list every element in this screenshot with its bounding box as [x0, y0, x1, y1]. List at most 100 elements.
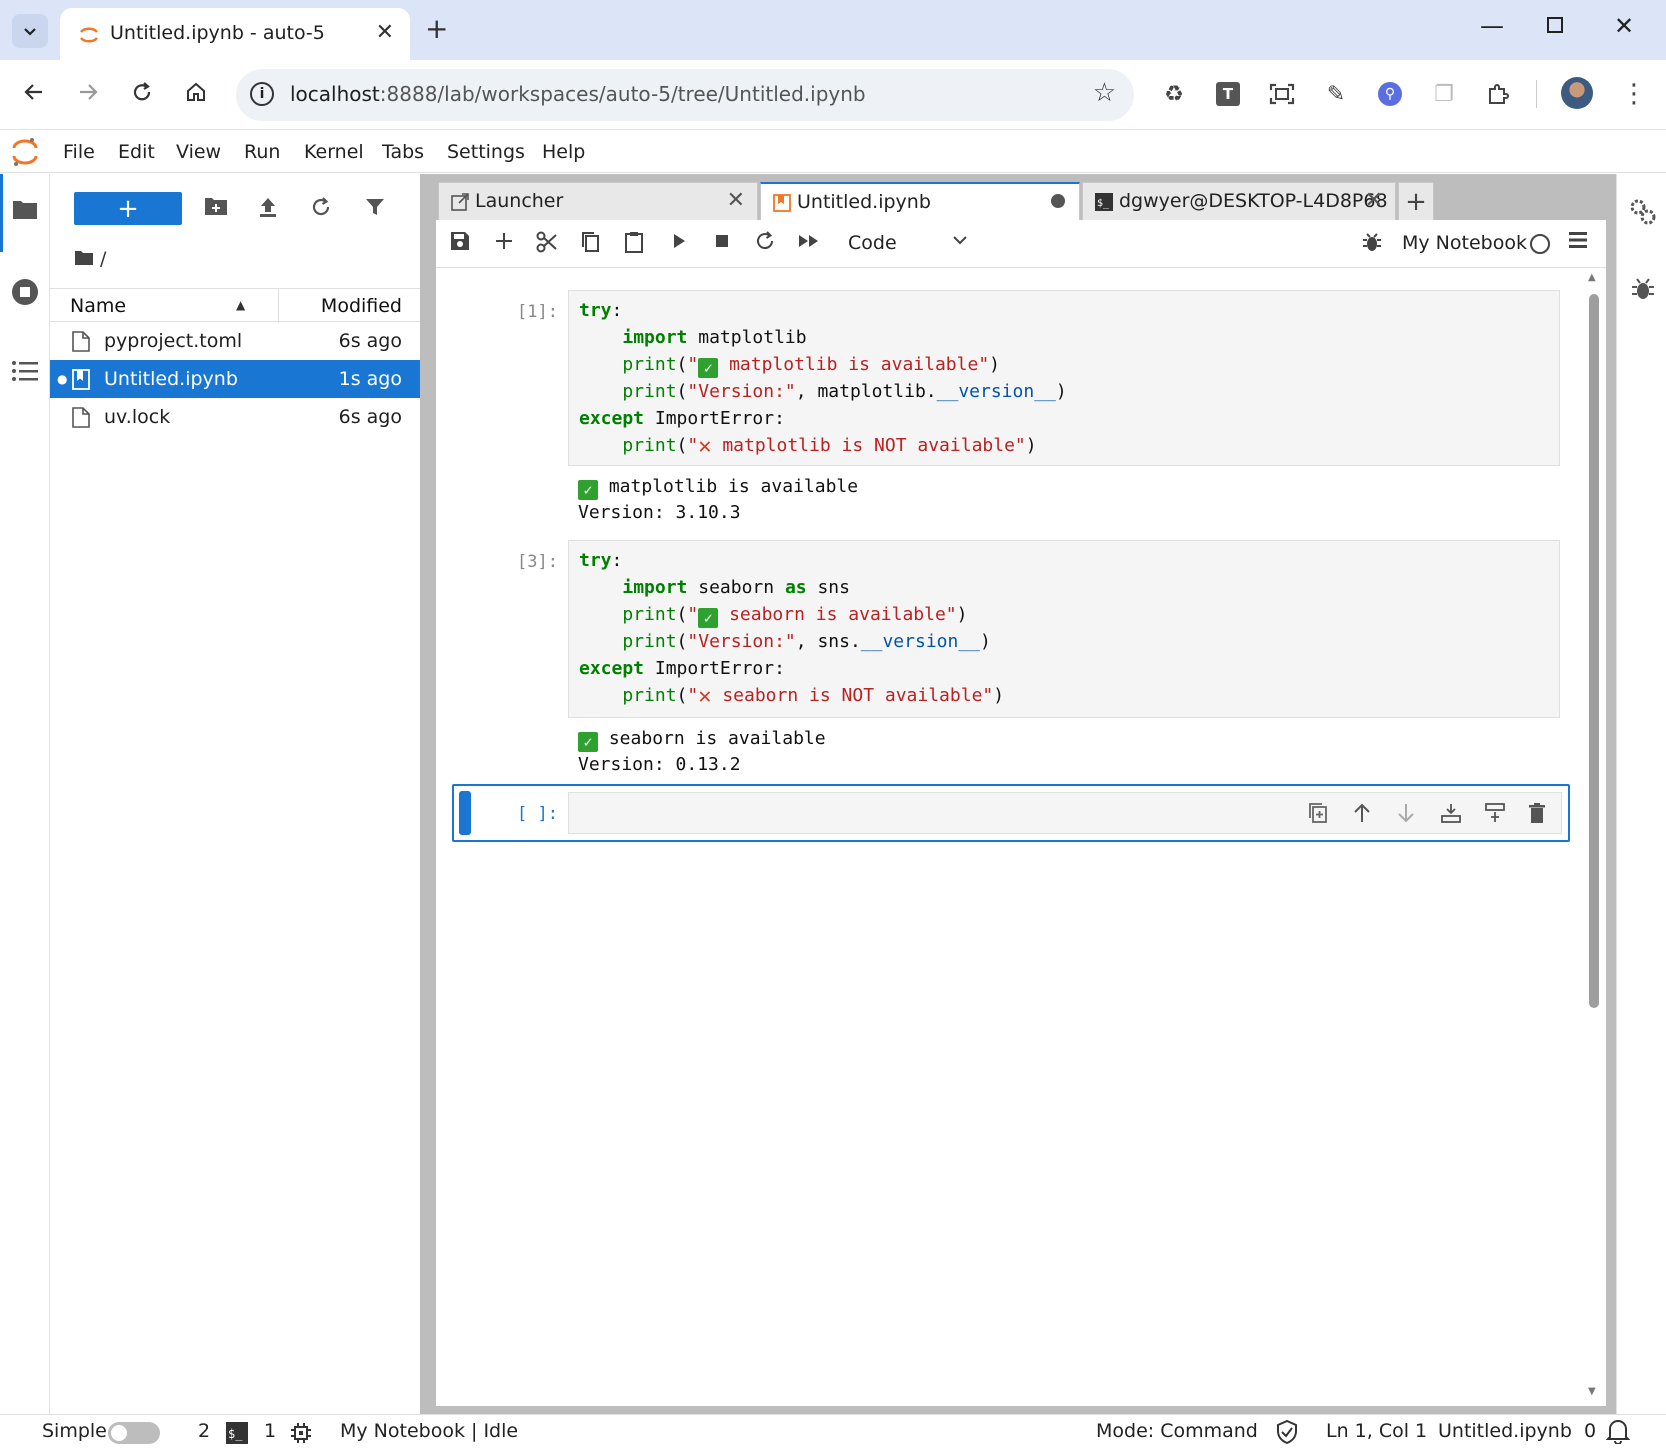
menu-edit[interactable]: Edit [118, 141, 155, 163]
maximize-icon [1547, 17, 1563, 33]
tab-terminal[interactable]: $_ dgwyer@DESKTOP-L4D8P68 ✕ [1082, 182, 1396, 220]
menu-run[interactable]: Run [244, 141, 280, 163]
reload-icon [133, 82, 151, 101]
close-tab-icon[interactable]: ✕ [376, 20, 394, 45]
arrow-down-icon [1398, 804, 1414, 823]
tab-search-button[interactable] [12, 14, 48, 48]
insert-cell-below-button[interactable] [1484, 802, 1506, 824]
kernel-count[interactable]: 1 [264, 1420, 276, 1442]
screenshot-extension-icon[interactable] [1266, 78, 1298, 110]
running-kernels-tab[interactable] [11, 278, 39, 306]
move-cell-down-button[interactable] [1396, 802, 1416, 824]
cursor-position[interactable]: Ln 1, Col 1 [1326, 1420, 1427, 1442]
close-tab-icon[interactable]: ✕ [1365, 188, 1383, 213]
breadcrumb[interactable]: / [74, 248, 106, 270]
cell-type-select[interactable]: Code [848, 232, 897, 254]
notification-count[interactable]: 0 [1584, 1420, 1596, 1442]
filter-files-button[interactable] [364, 196, 386, 218]
back-button[interactable] [22, 80, 46, 104]
menu-help[interactable]: Help [542, 141, 585, 163]
close-tab-icon[interactable]: ✕ [727, 188, 745, 213]
column-divider[interactable] [278, 289, 279, 323]
new-launcher-button[interactable]: + [74, 192, 182, 225]
debugger-button[interactable] [1362, 231, 1382, 253]
code-cell-input[interactable]: try: import seaborn as sns print(" ✓ seab… [568, 540, 1560, 718]
terminal-icon[interactable]: $_ [226, 1422, 248, 1444]
jupyter-logo-icon [12, 138, 38, 166]
table-of-contents-tab[interactable] [12, 360, 38, 382]
notebook-mode[interactable]: Mode: Command [1096, 1420, 1258, 1442]
search-extension-icon[interactable]: ⚲ [1374, 78, 1406, 110]
file-row-untitled-ipynb[interactable]: ● Untitled.ipynb 1s ago [50, 360, 420, 398]
trusted-shield-icon[interactable] [1276, 1420, 1298, 1444]
address-bar[interactable]: i localhost:8888/lab/workspaces/auto-5/t… [236, 69, 1134, 121]
duplicate-cell-button[interactable] [1308, 802, 1328, 824]
recycle-extension-icon[interactable]: ♻ [1158, 78, 1190, 110]
home-button[interactable] [184, 80, 208, 104]
file-row-pyproject[interactable]: pyproject.toml 6s ago [50, 322, 420, 360]
menu-tabs[interactable]: Tabs [382, 141, 424, 163]
browser-tab[interactable]: Untitled.ipynb - auto-5 ✕ [60, 8, 410, 60]
simple-mode-toggle[interactable] [108, 1422, 160, 1444]
new-folder-button[interactable] [204, 196, 228, 216]
terminal-count[interactable]: 2 [198, 1420, 210, 1442]
scroll-up-icon[interactable]: ▲ [1588, 272, 1596, 283]
maximize-button[interactable] [1546, 16, 1564, 34]
restart-kernel-button[interactable] [755, 231, 775, 251]
property-menu-button[interactable] [1568, 231, 1588, 249]
add-tab-button[interactable]: + [1398, 182, 1434, 220]
kernel-name[interactable]: My Notebook [1402, 232, 1527, 254]
cpu-chip-icon[interactable] [290, 1422, 312, 1444]
tab-launcher[interactable]: Launcher ✕ [438, 182, 758, 220]
menu-settings[interactable]: Settings [447, 141, 525, 163]
property-inspector-tab[interactable] [1629, 198, 1657, 226]
site-info-icon[interactable]: i [250, 82, 274, 106]
move-cell-up-button[interactable] [1352, 802, 1372, 824]
profile-avatar[interactable] [1560, 76, 1594, 110]
insert-cell-above-button[interactable] [1440, 802, 1462, 824]
cut-button[interactable] [536, 231, 558, 253]
save-button[interactable] [450, 231, 470, 251]
window-extension-icon[interactable]: ❐ [1428, 78, 1460, 110]
close-window-button[interactable]: ✕ [1614, 12, 1634, 40]
minimize-button[interactable]: — [1480, 12, 1504, 40]
browser-menu-icon[interactable]: ⋮ [1618, 78, 1650, 110]
cell-collapser[interactable] [459, 791, 471, 835]
code-cell-input[interactable]: try: import matplotlib print(" ✓ matplotl… [568, 290, 1560, 466]
copy-button[interactable] [580, 231, 600, 253]
scroll-down-icon[interactable]: ▼ [1588, 1386, 1596, 1397]
gears-icon [1630, 199, 1656, 225]
menu-kernel[interactable]: Kernel [304, 141, 364, 163]
upload-button[interactable] [258, 196, 278, 218]
pen-extension-icon[interactable]: ✎ [1320, 78, 1352, 110]
run-cell-button[interactable] [670, 231, 688, 251]
play-icon [674, 234, 685, 248]
menu-file[interactable]: File [63, 141, 95, 163]
delete-cell-button[interactable] [1528, 802, 1546, 824]
restart-run-all-button[interactable] [797, 231, 821, 251]
unsaved-dot-icon[interactable] [1051, 194, 1065, 208]
file-browser-tab[interactable] [12, 198, 38, 220]
bell-icon[interactable] [1606, 1418, 1630, 1444]
new-tab-button[interactable]: + [425, 12, 448, 45]
extensions-puzzle-icon[interactable] [1482, 78, 1514, 110]
breadcrumb-root[interactable]: / [100, 248, 106, 270]
tab-untitled-ipynb[interactable]: Untitled.ipynb [760, 182, 1080, 220]
scrollbar-thumb[interactable] [1589, 294, 1599, 1008]
reload-button[interactable] [130, 80, 154, 104]
t-extension-icon[interactable]: T [1212, 78, 1244, 110]
chevron-down-icon[interactable] [952, 232, 968, 248]
bookmark-star-icon[interactable]: ☆ [1093, 78, 1116, 108]
file-row-uv-lock[interactable]: uv.lock 6s ago [50, 398, 420, 436]
column-modified[interactable]: Modified [321, 295, 402, 317]
interrupt-kernel-button[interactable] [713, 231, 731, 251]
insert-cell-button[interactable] [494, 231, 514, 251]
menu-view[interactable]: View [176, 141, 221, 163]
forward-button[interactable] [76, 80, 100, 104]
kernel-status-text[interactable]: My Notebook | Idle [340, 1420, 518, 1442]
paste-button[interactable] [624, 231, 644, 253]
hamburger-menu-icon [1569, 232, 1587, 248]
refresh-files-button[interactable] [310, 196, 332, 218]
debugger-tab[interactable] [1631, 276, 1655, 302]
column-name[interactable]: Name [70, 295, 126, 317]
